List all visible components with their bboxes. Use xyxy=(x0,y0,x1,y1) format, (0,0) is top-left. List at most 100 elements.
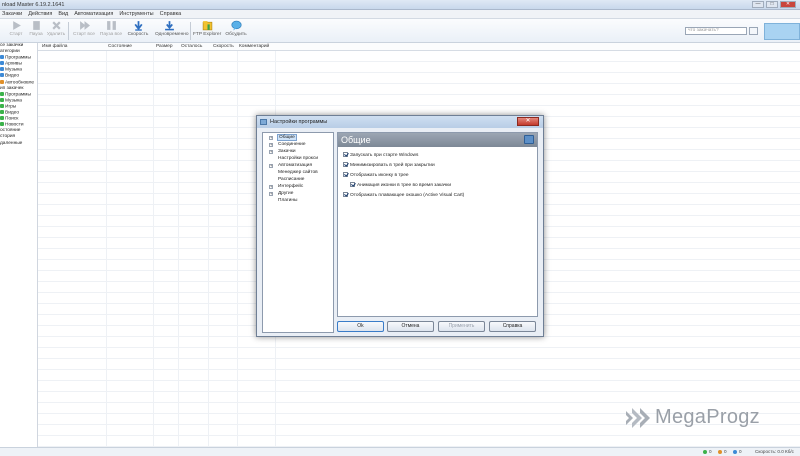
tree-item-plugins[interactable]: Плагины xyxy=(278,198,297,203)
speed-button[interactable]: Скорость xyxy=(124,20,152,42)
column-divider xyxy=(208,51,209,447)
settings-dialog: Настройки программы ✕ + Общие + Соединен… xyxy=(256,115,544,337)
start-all-button[interactable]: Старт все xyxy=(70,20,98,42)
status-speed: Скорость: 0.0 Кб/с xyxy=(755,449,794,454)
ok-button[interactable]: Ok xyxy=(337,321,384,332)
tree-item-interface[interactable]: Интерфейс xyxy=(278,184,303,189)
play-icon xyxy=(12,21,21,30)
tree-item-other[interactable]: Другие xyxy=(278,191,293,196)
simultaneous-button[interactable]: Одновременно xyxy=(155,20,189,42)
watermark-text: MegaProgz xyxy=(655,405,760,428)
tree-item-downloads[interactable]: Закачки xyxy=(278,149,296,154)
column-speed[interactable]: Скорость xyxy=(213,44,234,49)
option-floating-window[interactable]: Отображать плавающее окошко (Active Visu… xyxy=(343,192,464,198)
category-icon xyxy=(0,73,4,78)
tree-item-site-manager[interactable]: Менеджер сайтов xyxy=(278,170,318,175)
menu-downloads[interactable]: Закачки xyxy=(2,11,22,17)
download-list-header: Имя файла Состояние Размер Осталось Скор… xyxy=(38,43,800,51)
tree-item-schedule[interactable]: Расписание xyxy=(278,177,304,182)
category-icon xyxy=(0,103,4,108)
status-queued-count: 0 xyxy=(724,449,727,454)
toolbar: Старт Пауза Удалить Старт все Пауза все … xyxy=(0,19,800,43)
category-tree: се закачки атегории Программы Архивы Муз… xyxy=(0,43,38,447)
category-icon xyxy=(0,91,4,96)
discuss-button[interactable]: Обсудить xyxy=(222,20,250,42)
toolbar-separator xyxy=(68,22,69,40)
menu-tools[interactable]: Инструменты xyxy=(119,11,153,17)
simultaneous-icon xyxy=(164,21,174,31)
option-autostart[interactable]: Запускать при старте Windows xyxy=(343,152,418,158)
tree-expand-icon[interactable]: + xyxy=(269,192,273,196)
column-divider xyxy=(237,51,238,447)
category-icon xyxy=(0,97,4,102)
option-tray-animation[interactable]: Анимация иконки в трее во время закачки xyxy=(350,182,451,188)
window-title: nload Master 6.19.2.1641 xyxy=(2,2,65,8)
checkbox-checked-icon[interactable] xyxy=(350,182,355,187)
tree-item-automation[interactable]: Автоматизация xyxy=(278,163,312,168)
apply-button[interactable]: Применить xyxy=(438,321,485,332)
discuss-icon xyxy=(230,20,242,31)
queued-status-icon xyxy=(718,450,722,454)
category-icon xyxy=(0,61,4,66)
active-status-icon xyxy=(703,450,707,454)
tree-item-proxy[interactable]: Настройки прокси xyxy=(278,156,318,161)
option-tray-icon[interactable]: Отображать иконку в трее xyxy=(343,172,409,178)
toolbar-separator xyxy=(190,22,191,40)
menu-help[interactable]: Справка xyxy=(160,11,182,17)
column-filename[interactable]: Имя файла xyxy=(42,44,67,49)
checkbox-checked-icon[interactable] xyxy=(343,162,348,167)
minimize-button[interactable]: — xyxy=(752,1,764,8)
category-icon xyxy=(0,67,4,72)
watermark: MegaProgz xyxy=(624,404,760,430)
menu-view[interactable]: Вид xyxy=(58,11,68,17)
ftp-explorer-button[interactable]: FTP Explorer xyxy=(193,20,221,42)
cancel-button[interactable]: Отмена xyxy=(387,321,434,332)
option-minimize-tray[interactable]: Минимизировать в трей при закрытии xyxy=(343,162,435,168)
column-divider xyxy=(153,51,154,447)
column-size[interactable]: Размер xyxy=(156,44,173,49)
panel-header: Общие xyxy=(338,133,537,147)
category-icon xyxy=(0,79,4,84)
search-go-button[interactable] xyxy=(749,27,758,35)
tree-expand-icon[interactable]: + xyxy=(269,185,273,189)
column-divider xyxy=(178,51,179,447)
dialog-title: Настройки программы xyxy=(270,119,328,125)
menu-automation[interactable]: Автоматизация xyxy=(74,11,113,17)
status-active-count: 0 xyxy=(709,449,712,454)
column-comment[interactable]: Комментарий xyxy=(239,44,269,49)
pause-all-icon xyxy=(106,21,116,30)
checkbox-checked-icon[interactable] xyxy=(343,152,348,157)
tree-expand-icon[interactable]: + xyxy=(269,150,273,154)
search-input[interactable]: что закачать? xyxy=(685,27,747,35)
panel-title: Общие xyxy=(341,135,371,145)
close-button[interactable]: ✕ xyxy=(780,1,796,8)
tree-expand-icon[interactable]: + xyxy=(269,136,273,140)
menu-bar: Закачки Действия Вид Автоматизация Инстр… xyxy=(0,10,800,19)
column-remaining[interactable]: Осталось xyxy=(181,44,202,49)
category-icon xyxy=(0,116,4,121)
checkbox-checked-icon[interactable] xyxy=(343,192,348,197)
tree-expand-icon[interactable]: + xyxy=(269,164,273,168)
tree-expand-icon[interactable]: + xyxy=(269,143,273,147)
tree-item[interactable]: даленные xyxy=(0,141,37,147)
play-all-icon xyxy=(79,21,90,30)
category-icon xyxy=(0,122,4,127)
tree-item-connection[interactable]: Соединение xyxy=(278,142,306,147)
dialog-close-button[interactable]: ✕ xyxy=(517,117,539,126)
menu-actions[interactable]: Действия xyxy=(28,11,52,17)
status-bar: 0 0 0 Скорость: 0.0 Кб/с xyxy=(0,447,800,456)
column-divider xyxy=(106,51,107,447)
help-button[interactable]: Справка xyxy=(489,321,536,332)
maximize-button[interactable]: □ xyxy=(766,1,778,8)
speed-icon xyxy=(133,21,143,31)
tree-item-general[interactable]: Общие xyxy=(277,134,297,141)
delete-icon xyxy=(51,21,61,30)
megaprogz-logo-icon xyxy=(626,408,650,428)
column-status[interactable]: Состояние xyxy=(108,44,132,49)
checkbox-checked-icon[interactable] xyxy=(343,172,348,177)
delete-button[interactable]: Удалить xyxy=(42,20,70,42)
pause-icon xyxy=(32,21,40,30)
done-status-icon xyxy=(733,450,737,454)
settings-panel: Общие Запускать при старте Windows Миним… xyxy=(337,132,538,317)
pause-all-button[interactable]: Пауза все xyxy=(97,20,125,42)
